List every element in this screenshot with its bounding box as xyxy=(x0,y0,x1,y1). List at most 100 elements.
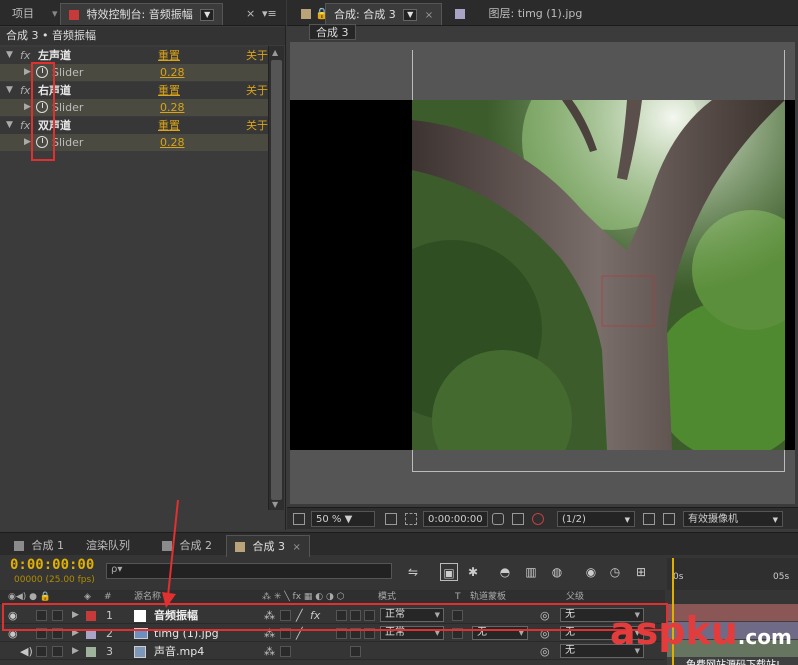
slider-value[interactable]: 0.28 xyxy=(160,64,185,81)
time-ruler[interactable]: 0s 05s xyxy=(667,558,798,590)
video-file-icon xyxy=(134,646,146,658)
motion-blur-icon[interactable]: ◍ xyxy=(548,563,566,581)
always-preview-icon[interactable] xyxy=(293,513,305,525)
switches-icons: ⁂ ✳ ╲ fx ▦ ◐ ◑ ⬡ xyxy=(262,592,345,602)
live-update-icon[interactable]: ▣ xyxy=(440,563,458,581)
motion-blur-switch[interactable] xyxy=(350,646,361,657)
audio-speaker-icon[interactable]: ◀) xyxy=(20,643,33,660)
frame-blend-icon[interactable]: ▥ xyxy=(522,563,540,581)
label-column-icon: ◈ xyxy=(84,592,91,602)
tab-effect-controls[interactable]: 特效控制台: 音频振幅 ▼ xyxy=(60,3,224,25)
tab-label: 合成 3 xyxy=(252,540,286,553)
panel-options-icon[interactable]: ▾≡ xyxy=(254,3,285,25)
tab-project[interactable]: 项目 xyxy=(4,3,42,25)
comp-mini-flowchart-icon[interactable]: ⇋ xyxy=(404,563,422,581)
about-link[interactable]: 关于 xyxy=(246,47,268,64)
chevron-down-icon: ▼ xyxy=(624,516,630,524)
camera-dropdown[interactable]: 有效摄像机 ▼ xyxy=(683,511,783,527)
scroll-thumb[interactable] xyxy=(271,60,282,500)
roi-icon[interactable] xyxy=(643,513,655,525)
reset-link[interactable]: 重置 xyxy=(158,82,180,99)
vertical-scrollbar[interactable]: ▲ ▼ xyxy=(268,46,284,510)
collapse-triangle-icon[interactable]: ▶ xyxy=(24,134,31,151)
shy-icon[interactable]: ◓ xyxy=(496,563,514,581)
watermark-tld: .com xyxy=(737,625,792,649)
collapse-triangle-icon[interactable]: ▶ xyxy=(24,64,31,81)
snapshot-icon[interactable] xyxy=(492,513,504,525)
av-features-icon: ◉◀) ● 🔒 xyxy=(8,592,52,602)
slider-value[interactable]: 0.28 xyxy=(160,99,185,116)
resolution-value: (1/2) xyxy=(562,514,586,525)
reset-link[interactable]: 重置 xyxy=(158,47,180,64)
resolution-dropdown[interactable]: (1/2) ▼ xyxy=(557,511,635,527)
tab-composition[interactable]: 合成: 合成 3 ▼ × xyxy=(325,3,443,25)
transparency-grid-icon[interactable] xyxy=(663,513,675,525)
col-num: # xyxy=(104,592,112,602)
expand-triangle-icon[interactable]: ▶ xyxy=(72,643,79,660)
auto-keyframe-icon[interactable]: ◷ xyxy=(606,563,624,581)
param-name: Slider xyxy=(52,66,84,79)
col-parent: 父级 xyxy=(566,592,585,602)
reset-link[interactable]: 重置 xyxy=(158,117,180,134)
tab-layer[interactable]: 图层: timg (1).jpg xyxy=(447,3,590,25)
layer-swatch-icon xyxy=(455,9,465,19)
label-color-swatch[interactable] xyxy=(86,647,96,657)
ruler-label: 0s xyxy=(673,572,684,582)
show-snapshot-icon[interactable] xyxy=(512,513,524,525)
red-arrow-annotation xyxy=(162,500,179,608)
dropdown-arrow-icon[interactable]: ▼ xyxy=(403,9,418,21)
layer-search-input[interactable]: ρ▾ xyxy=(106,563,392,579)
tab-comp-1[interactable]: 合成 1 xyxy=(6,535,72,557)
draft-3d-icon[interactable]: ✱ xyxy=(464,563,482,581)
fx-icon[interactable]: fx xyxy=(20,117,30,134)
param-name: Slider xyxy=(52,101,84,114)
expand-triangle-icon[interactable]: ▼ xyxy=(6,117,13,134)
comp-breadcrumb[interactable]: 合成 3 xyxy=(309,24,356,40)
close-tab-icon[interactable]: × xyxy=(293,542,301,553)
viewer-canvas[interactable] xyxy=(290,42,795,504)
zoom-dropdown[interactable]: 50 % ▼ xyxy=(311,511,375,527)
about-link[interactable]: 关于 xyxy=(246,117,268,134)
highlight-annotation-box xyxy=(31,62,55,161)
layer-row[interactable]: ◀) ▶ 3 声音.mp4 ⁂ ◎ 无 xyxy=(0,643,665,660)
tab-effect-controls-label: 特效控制台: 音频振幅 xyxy=(86,8,193,21)
tree-image xyxy=(412,100,785,450)
collapse-triangle-icon[interactable]: ▶ xyxy=(24,99,31,116)
layer-name[interactable]: 声音.mp4 xyxy=(154,643,204,660)
region-icon[interactable] xyxy=(405,513,417,525)
tab-comp-3[interactable]: 合成 3 × xyxy=(226,535,310,557)
about-link[interactable]: 关于 xyxy=(246,82,268,99)
brainstorm-icon[interactable]: ◉ xyxy=(582,563,600,581)
watermark-logo: aspku.com 免费网站源码下载站! xyxy=(610,612,792,665)
shy-switch-icon[interactable]: ⁂ xyxy=(264,643,275,660)
slider-value[interactable]: 0.28 xyxy=(160,134,185,151)
expand-triangle-icon[interactable]: ▼ xyxy=(6,47,13,64)
collapse-switch[interactable] xyxy=(280,646,291,657)
col-source-name[interactable]: 源名称 xyxy=(134,590,161,604)
grid-icon[interactable] xyxy=(385,513,397,525)
camera-value: 有效摄像机 xyxy=(688,514,738,525)
search-icon: ρ▾ xyxy=(111,564,123,575)
effect-controls-header: 合成 3 • 音频振幅 xyxy=(0,27,285,45)
lock-toggle[interactable] xyxy=(52,646,63,657)
solo-toggle[interactable] xyxy=(36,646,47,657)
layer-number: 3 xyxy=(106,645,113,658)
timecode-display[interactable]: 0:00:00:00 xyxy=(423,511,488,527)
color-channels-icon[interactable] xyxy=(532,513,544,525)
scroll-down-icon[interactable]: ▼ xyxy=(272,500,278,509)
fx-icon[interactable]: fx xyxy=(20,47,30,64)
tab-render-queue[interactable]: 渲染队列 xyxy=(78,535,138,557)
scroll-up-icon[interactable]: ▲ xyxy=(272,48,278,57)
graph-editor-icon[interactable]: ⊞ xyxy=(632,563,650,581)
tab-layer-label: 图层: timg (1).jpg xyxy=(488,7,583,20)
comp-swatch-icon xyxy=(235,542,245,552)
close-tab-icon[interactable]: × xyxy=(425,10,433,21)
expand-triangle-icon[interactable]: ▼ xyxy=(6,82,13,99)
composition-viewer-panel: 🔒 合成: 合成 3 ▼ × 图层: timg (1).jpg 合成 3 50 … xyxy=(287,0,798,530)
pick-whip-icon[interactable]: ◎ xyxy=(540,643,550,660)
tab-composition-label: 合成: 合成 3 xyxy=(334,8,396,21)
fx-icon[interactable]: fx xyxy=(20,82,30,99)
layer-column-header: ◉◀) ● 🔒 ◈ # 源名称 ⁂ ✳ ╲ fx ▦ ◐ ◑ ⬡ 模式 T 轨道… xyxy=(0,590,665,604)
current-time-display[interactable]: 0:00:00:00 xyxy=(10,557,94,573)
dropdown-arrow-icon[interactable]: ▼ xyxy=(200,9,215,21)
